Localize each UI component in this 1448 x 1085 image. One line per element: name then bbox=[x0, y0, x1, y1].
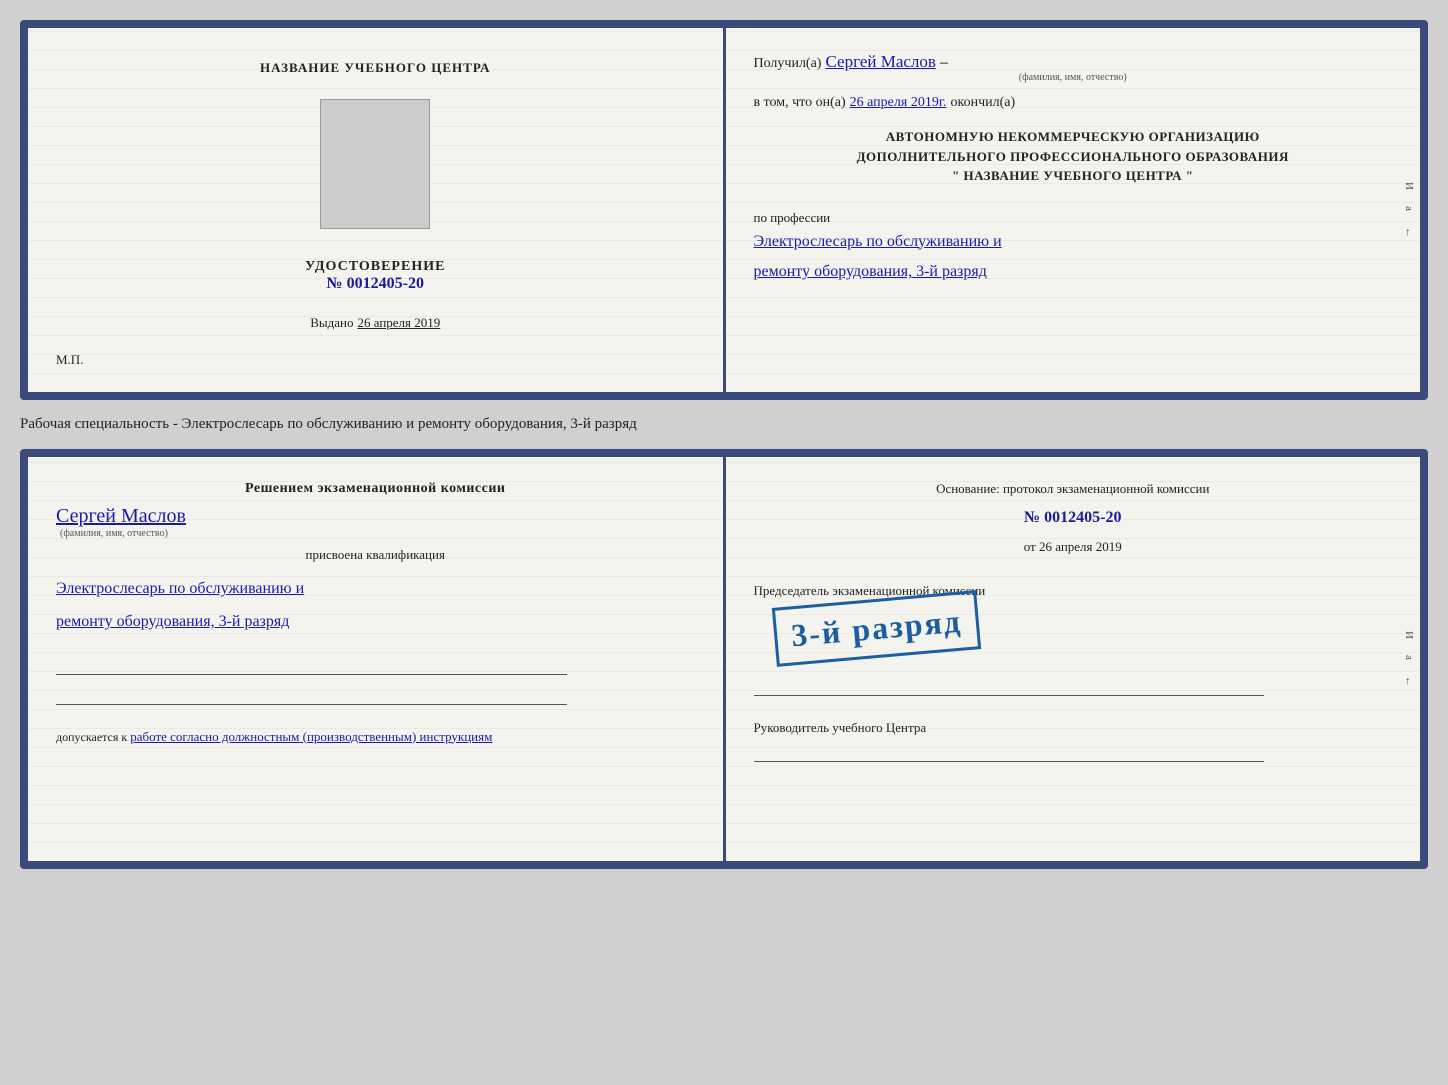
side-char-bottom-1: И bbox=[1403, 631, 1415, 639]
org-line1: АВТОНОМНУЮ НЕКОММЕРЧЕСКУЮ ОРГАНИЗАЦИЮ bbox=[754, 127, 1393, 147]
page-wrapper: НАЗВАНИЕ УЧЕБНОГО ЦЕНТРА УДОСТОВЕРЕНИЕ №… bbox=[20, 20, 1428, 869]
org-line3: " НАЗВАНИЕ УЧЕБНОГО ЦЕНТРА " bbox=[754, 166, 1393, 186]
profession-line1: Электрослесарь по обслуживанию и bbox=[754, 228, 1393, 257]
top-left-title: НАЗВАНИЕ УЧЕБНОГО ЦЕНТРА bbox=[260, 60, 491, 76]
ot-label: от bbox=[1024, 539, 1036, 554]
side-char-3: ← bbox=[1403, 227, 1415, 238]
vydano-date: 26 апреля 2019 bbox=[357, 315, 440, 330]
middle-text: Рабочая специальность - Электрослесарь п… bbox=[20, 412, 1428, 437]
right-sig-line-2 bbox=[754, 740, 1265, 762]
side-decoration-bottom: И а ← bbox=[1398, 457, 1420, 861]
resheniem-title: Решением экзаменационной комиссии bbox=[56, 481, 695, 497]
dopuskaetsya-block: допускается к работе согласно должностны… bbox=[56, 729, 695, 745]
top-certificate-card: НАЗВАНИЕ УЧЕБНОГО ЦЕНТРА УДОСТОВЕРЕНИЕ №… bbox=[20, 20, 1428, 400]
bottom-card-right: Основание: протокол экзаменационной коми… bbox=[726, 457, 1421, 861]
profession-block: по профессии Электрослесарь по обслужива… bbox=[754, 202, 1393, 288]
poluchil-label: Получил(а) bbox=[754, 56, 822, 71]
stamp-text: 3-й разряд bbox=[789, 603, 963, 655]
org-block: АВТОНОМНУЮ НЕКОММЕРЧЕСКУЮ ОРГАНИЗАЦИЮ ДО… bbox=[754, 127, 1393, 186]
vtom-date: 26 апреля 2019г. bbox=[850, 95, 947, 110]
mp-label: М.П. bbox=[56, 352, 83, 368]
qualification-line1: Электрослесарь по обслуживанию и bbox=[56, 575, 695, 604]
vtom-label: в том, что он(а) bbox=[754, 95, 846, 110]
ot-date: 26 апреля 2019 bbox=[1039, 539, 1122, 554]
rukovoditel-label: Руководитель учебного Центра bbox=[754, 720, 927, 735]
vydano-label: Выдано bbox=[310, 315, 353, 330]
bottom-certificate-card: Решением экзаменационной комиссии Сергей… bbox=[20, 449, 1428, 869]
poluchil-name: Сергей Маслов bbox=[825, 52, 935, 71]
top-card-left: НАЗВАНИЕ УЧЕБНОГО ЦЕНТРА УДОСТОВЕРЕНИЕ №… bbox=[28, 28, 723, 392]
udostoverenie-number: № 0012405-20 bbox=[305, 275, 445, 293]
proto-number: № 0012405-20 bbox=[754, 509, 1393, 527]
vtom-block: в том, что он(а) 26 апреля 2019г. окончи… bbox=[754, 93, 1393, 111]
sig-line-1 bbox=[56, 653, 567, 675]
bottom-name-handwritten: Сергей Маслов bbox=[56, 505, 695, 528]
udostoverenie-label: УДОСТОВЕРЕНИЕ bbox=[305, 259, 445, 275]
stamp-block: Председатель экзаменационной комиссии 3-… bbox=[754, 575, 1393, 658]
dopuskaetsya-label: допускается к bbox=[56, 730, 127, 744]
po-professii: по профессии bbox=[754, 210, 1393, 226]
top-card-right: Получил(а) Сергей Маслов – (фамилия, имя… bbox=[726, 28, 1421, 392]
side-char-bottom-2: а bbox=[1403, 655, 1415, 660]
udostoverenie-block: УДОСТОВЕРЕНИЕ № 0012405-20 bbox=[305, 259, 445, 293]
side-char-1: И bbox=[1403, 182, 1415, 190]
osnovanie-title: Основание: протокол экзаменационной коми… bbox=[754, 481, 1393, 497]
okonchil-label: окончил(а) bbox=[950, 95, 1015, 110]
bottom-name-block: Сергей Маслов (фамилия, имя, отчество) bbox=[56, 505, 695, 539]
side-char-bottom-3: ← bbox=[1403, 676, 1415, 687]
bottom-fio-label: (фамилия, имя, отчество) bbox=[60, 528, 695, 539]
stamp: 3-й разряд bbox=[771, 590, 980, 667]
photo-placeholder bbox=[320, 99, 430, 229]
right-sig-line-1 bbox=[754, 674, 1265, 696]
signature-lines-left bbox=[56, 653, 695, 705]
fio-label-top: (фамилия, имя, отчество) bbox=[754, 72, 1393, 83]
qualification-line2: ремонту оборудования, 3-й разряд bbox=[56, 608, 695, 637]
predsedatel-block: Председатель экзаменационной комиссии bbox=[754, 583, 1393, 599]
prisvoena-label: присвоена квалификация bbox=[56, 547, 695, 563]
side-decoration-top: И а ← bbox=[1398, 28, 1420, 392]
bottom-card-left: Решением экзаменационной комиссии Сергей… bbox=[28, 457, 723, 861]
dopusk-text: работе согласно должностным (производств… bbox=[130, 729, 492, 744]
qualification-block: Электрослесарь по обслуживанию и ремонту… bbox=[56, 571, 695, 637]
rukovoditel-block: Руководитель учебного Центра bbox=[754, 720, 1393, 762]
poluchil-block: Получил(а) Сергей Маслов – (фамилия, имя… bbox=[754, 52, 1393, 83]
profession-line2: ремонту оборудования, 3-й разряд bbox=[754, 258, 1393, 287]
sig-line-2 bbox=[56, 683, 567, 705]
vydano-block: Выдано 26 апреля 2019 bbox=[310, 314, 440, 332]
ot-date-block: от 26 апреля 2019 bbox=[754, 539, 1393, 555]
side-char-2: а bbox=[1403, 206, 1415, 211]
org-line2: ДОПОЛНИТЕЛЬНОГО ПРОФЕССИОНАЛЬНОГО ОБРАЗО… bbox=[754, 147, 1393, 167]
